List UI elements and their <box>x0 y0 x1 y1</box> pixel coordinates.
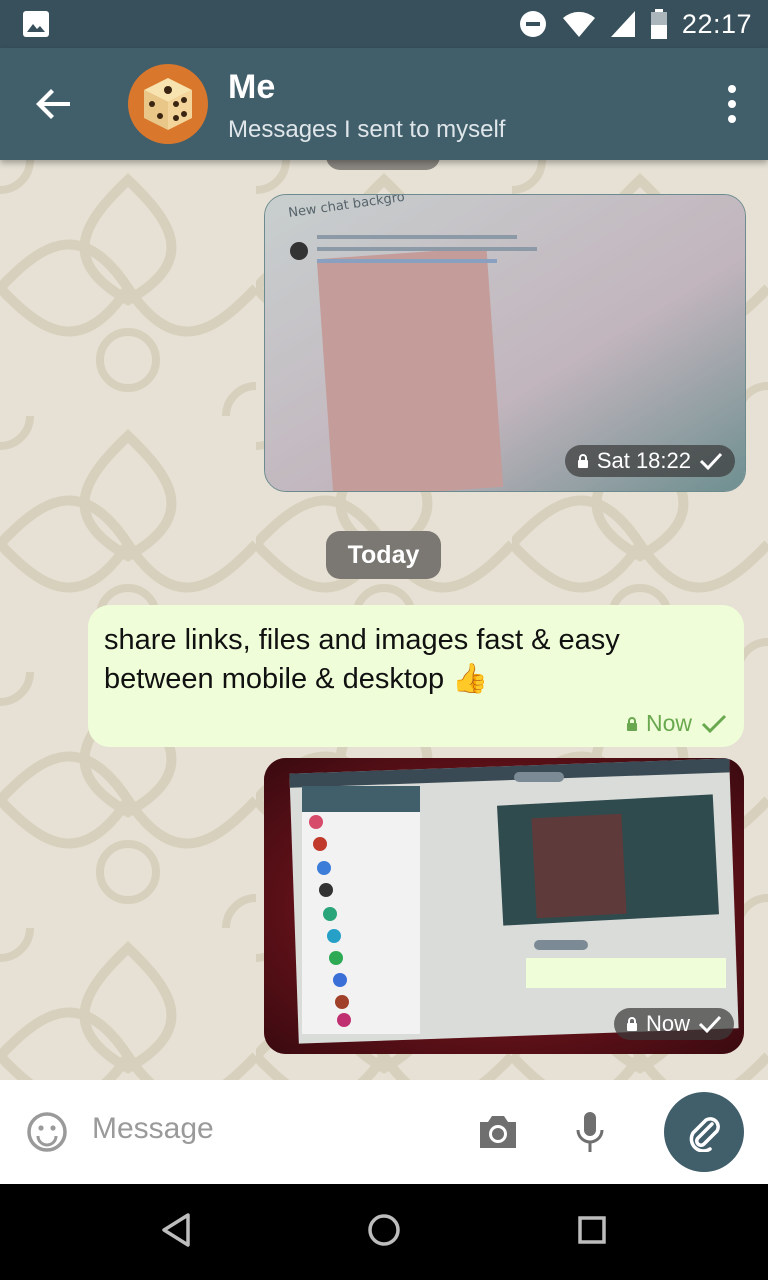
day-separator-partial <box>326 160 440 170</box>
status-bar: 22:17 <box>0 0 768 48</box>
lock-icon <box>626 716 637 731</box>
attach-button[interactable] <box>664 1092 744 1172</box>
chat-header: Me Messages I sent to myself <box>0 48 768 160</box>
nav-back-icon[interactable] <box>160 1212 192 1248</box>
message-meta: Now <box>626 710 728 737</box>
cell-signal-icon <box>610 11 635 37</box>
camera-icon[interactable] <box>476 1112 520 1152</box>
message-input[interactable]: Message <box>92 1112 214 1146</box>
message-meta: Sat 18:22 <box>564 445 735 477</box>
text-message[interactable]: share links, files and images fast & eas… <box>88 605 744 747</box>
microphone-icon[interactable] <box>574 1110 606 1154</box>
image-message[interactable]: Now <box>264 758 744 1054</box>
checkmark-icon <box>701 714 727 733</box>
chat-title[interactable]: Me <box>228 68 275 107</box>
dice-icon <box>144 78 192 130</box>
nav-recents-icon[interactable] <box>576 1214 608 1246</box>
message-time: Now <box>645 1011 690 1036</box>
message-time: Sat 18:22 <box>596 448 691 473</box>
lock-icon <box>577 454 588 468</box>
checkmark-icon <box>699 452 723 471</box>
overflow-menu-icon[interactable] <box>726 84 738 124</box>
chat-subtitle[interactable]: Messages I sent to myself <box>228 116 505 144</box>
message-time: Now <box>645 710 692 736</box>
avatar[interactable] <box>128 64 208 144</box>
paperclip-icon <box>689 1117 720 1152</box>
clock: 22:17 <box>681 8 752 39</box>
wifi-icon <box>562 11 595 38</box>
do-not-disturb-icon <box>519 11 546 37</box>
day-separator: Today <box>326 531 441 579</box>
message-composer: Message <box>0 1080 768 1184</box>
image-message[interactable]: New chat backgro Sat 18:22 <box>264 194 746 492</box>
back-arrow-icon[interactable] <box>34 84 74 124</box>
emoji-icon[interactable] <box>26 1111 68 1153</box>
battery-icon <box>650 9 667 39</box>
gallery-notification-icon <box>23 11 49 37</box>
message-list[interactable]: New chat backgro Sat 18:22 Today share l… <box>0 160 768 1080</box>
message-meta: Now <box>613 1008 734 1040</box>
nav-home-icon[interactable] <box>366 1212 402 1248</box>
system-navigation-bar <box>0 1184 768 1280</box>
lock-icon <box>626 1017 637 1031</box>
checkmark-icon <box>698 1015 722 1034</box>
message-text: share links, files and images fast & eas… <box>104 624 620 695</box>
